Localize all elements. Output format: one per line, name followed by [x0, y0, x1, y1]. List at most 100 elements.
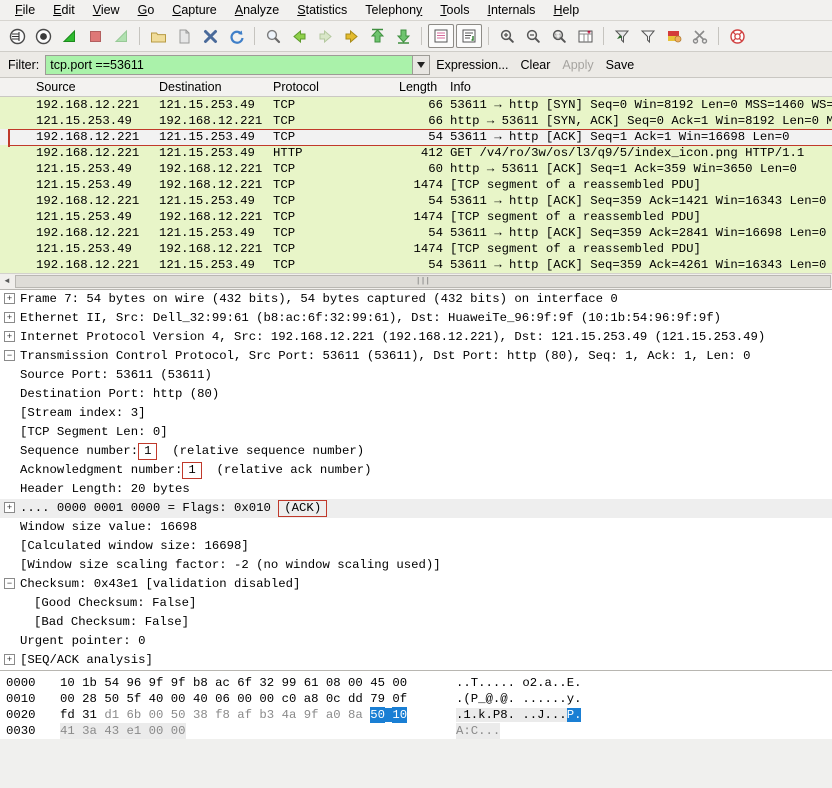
packet-row[interactable]: 192.168.12.221 121.15.253.49 TCP 66 53611 → …	[0, 97, 832, 113]
auto-scroll-icon[interactable]	[456, 24, 482, 48]
hex-byte[interactable]: 10	[392, 707, 408, 723]
collapse-icon[interactable]: −	[4, 350, 15, 361]
hex-byte[interactable]: 06	[215, 691, 230, 707]
hex-byte[interactable]: 0f	[392, 691, 407, 707]
go-to-last-packet-icon[interactable]	[390, 23, 416, 49]
hex-byte[interactable]: 96	[126, 675, 141, 691]
open-file-icon[interactable]	[145, 23, 171, 49]
column-header-info[interactable]: Info	[450, 80, 471, 94]
help-icon[interactable]	[724, 23, 750, 49]
go-to-first-packet-icon[interactable]	[364, 23, 390, 49]
hex-byte[interactable]: 00	[171, 691, 186, 707]
zoom-reset-icon[interactable]: 1:1	[546, 23, 572, 49]
collapse-icon[interactable]: −	[4, 578, 15, 589]
detail-row-dest-port[interactable]: Destination Port: http (80)	[0, 385, 832, 404]
hex-byte[interactable]: 00	[259, 691, 274, 707]
hex-byte[interactable]: 54	[104, 675, 119, 691]
menu-item-edit[interactable]: Edit	[44, 1, 84, 19]
menu-item-tools[interactable]: Tools	[431, 1, 478, 19]
expand-icon[interactable]: +	[4, 502, 15, 513]
hex-byte[interactable]: 79	[370, 691, 385, 707]
hex-byte[interactable]: b8	[193, 675, 208, 691]
detail-row-flags[interactable]: + .... 0000 0001 0000 = Flags: 0x010 (ACK…	[0, 499, 832, 518]
detail-row-ethernet[interactable]: + Ethernet II, Src: Dell_32:99:61 (b8:ac:…	[0, 309, 832, 328]
reload-icon[interactable]	[223, 23, 249, 49]
packet-row[interactable]: 192.168.12.221 121.15.253.49 TCP 54 53611 → …	[0, 193, 832, 209]
packet-list[interactable]: 192.168.12.221 121.15.253.49 TCP 66 53611 → …	[0, 97, 832, 289]
hex-byte[interactable]: 31	[82, 707, 97, 723]
detail-row-good-checksum[interactable]: [Good Checksum: False]	[0, 594, 832, 613]
column-header-protocol[interactable]: Protocol	[273, 80, 319, 94]
hex-byte[interactable]: 00	[171, 723, 186, 739]
hex-byte[interactable]: 6f	[237, 675, 252, 691]
detail-row-frame[interactable]: + Frame 7: 54 bytes on wire (432 bits), 5…	[0, 290, 832, 309]
hex-byte[interactable]: a8	[304, 691, 319, 707]
capture-options-icon[interactable]	[30, 23, 56, 49]
detail-row-ip[interactable]: + Internet Protocol Version 4, Src: 192.1…	[0, 328, 832, 347]
hex-byte[interactable]: 38	[193, 707, 208, 723]
hex-byte[interactable]: fd	[60, 707, 75, 723]
hex-byte[interactable]: 00	[392, 675, 407, 691]
packet-row[interactable]: 192.168.12.221 121.15.253.49 TCP 54 53611 → …	[0, 257, 832, 273]
zoom-out-icon[interactable]	[520, 23, 546, 49]
hex-byte[interactable]: 00	[149, 723, 164, 739]
expression-button[interactable]: Expression...	[430, 58, 514, 72]
hex-byte[interactable]: af	[237, 707, 252, 723]
hex-byte[interactable]: f8	[215, 707, 230, 723]
hex-byte[interactable]: 3a	[82, 723, 97, 739]
find-packet-icon[interactable]	[260, 23, 286, 49]
hex-byte[interactable]: 0c	[326, 691, 341, 707]
hex-byte[interactable]: 32	[259, 675, 274, 691]
packet-list-hscrollbar[interactable]: ◄ |||	[0, 273, 832, 289]
hex-byte[interactable]: c0	[282, 691, 297, 707]
close-file-icon[interactable]	[197, 23, 223, 49]
detail-row-sequence-number[interactable]: Sequence number: 1 (relative sequence num…	[0, 442, 832, 461]
packet-bytes-pane[interactable]: 0000 10 1b 54 96 9f 9f b8 ac 6f 32 99 61 …	[0, 670, 832, 739]
packet-row[interactable]: 121.15.253.49 192.168.12.221 TCP 60 http → 5…	[0, 161, 832, 177]
detail-row-seq-ack-analysis[interactable]: + [SEQ/ACK analysis]	[0, 651, 832, 670]
hex-byte[interactable]: 4a	[282, 707, 297, 723]
hex-byte[interactable]: 9f	[171, 675, 186, 691]
detail-row-stream-index[interactable]: [Stream index: 3]	[0, 404, 832, 423]
detail-row-urgent-pointer[interactable]: Urgent pointer: 0	[0, 632, 832, 651]
go-forward-icon[interactable]	[312, 23, 338, 49]
save-filter-button[interactable]: Save	[600, 58, 641, 72]
interfaces-icon[interactable]	[4, 23, 30, 49]
coloring-rules-icon[interactable]	[661, 23, 687, 49]
scroll-thumb[interactable]: |||	[15, 275, 831, 288]
hex-byte[interactable]: 43	[104, 723, 119, 739]
expand-icon[interactable]: +	[4, 293, 15, 304]
resize-columns-icon[interactable]	[572, 23, 598, 49]
go-to-packet-icon[interactable]	[338, 23, 364, 49]
hex-byte[interactable]: 1b	[82, 675, 97, 691]
filter-dropdown-button[interactable]	[412, 55, 430, 74]
detail-row-ack-number[interactable]: Acknowledgment number: 1 (relative ack nu…	[0, 461, 832, 480]
filter-input[interactable]	[46, 55, 413, 74]
hex-byte[interactable]: 9f	[149, 675, 164, 691]
detail-row-tcp[interactable]: − Transmission Control Protocol, Src Port…	[0, 347, 832, 366]
detail-row-window-size-value[interactable]: Window size value: 16698	[0, 518, 832, 537]
packet-row[interactable]: 121.15.253.49 192.168.12.221 TCP 66 http → 5…	[0, 113, 832, 129]
column-header-length[interactable]: Length	[399, 80, 437, 94]
hex-byte[interactable]: 00	[348, 675, 363, 691]
hex-byte[interactable]: 28	[82, 691, 97, 707]
hex-byte[interactable]: 00	[237, 691, 252, 707]
hex-byte[interactable]: 10	[60, 675, 75, 691]
hex-byte[interactable]: 9f	[304, 707, 319, 723]
hex-byte[interactable]: e1	[126, 723, 141, 739]
menu-item-telephony[interactable]: Telephony	[356, 1, 431, 19]
menu-item-capture[interactable]: Capture	[163, 1, 225, 19]
detail-row-window-scaling[interactable]: [Window size scaling factor: -2 (no wind…	[0, 556, 832, 575]
packet-row[interactable]: 192.168.12.221 121.15.253.49 HTTP 412 GET /v…	[0, 145, 832, 161]
packet-row[interactable]: 121.15.253.49 192.168.12.221 TCP 1474 [TCP s…	[0, 209, 832, 225]
save-file-icon[interactable]	[171, 23, 197, 49]
detail-row-segment-len[interactable]: [TCP Segment Len: 0]	[0, 423, 832, 442]
expand-icon[interactable]: +	[4, 312, 15, 323]
stop-capture-icon[interactable]	[82, 23, 108, 49]
scroll-left-icon[interactable]: ◄	[0, 277, 14, 286]
hex-byte[interactable]: b3	[259, 707, 274, 723]
hex-row[interactable]: 0010 00 28 50 5f 40 00 40 06 00 00 c0 a8 …	[0, 691, 832, 707]
hex-byte[interactable]: 50	[104, 691, 119, 707]
hex-byte[interactable]: 00	[149, 707, 164, 723]
start-capture-icon[interactable]	[56, 23, 82, 49]
